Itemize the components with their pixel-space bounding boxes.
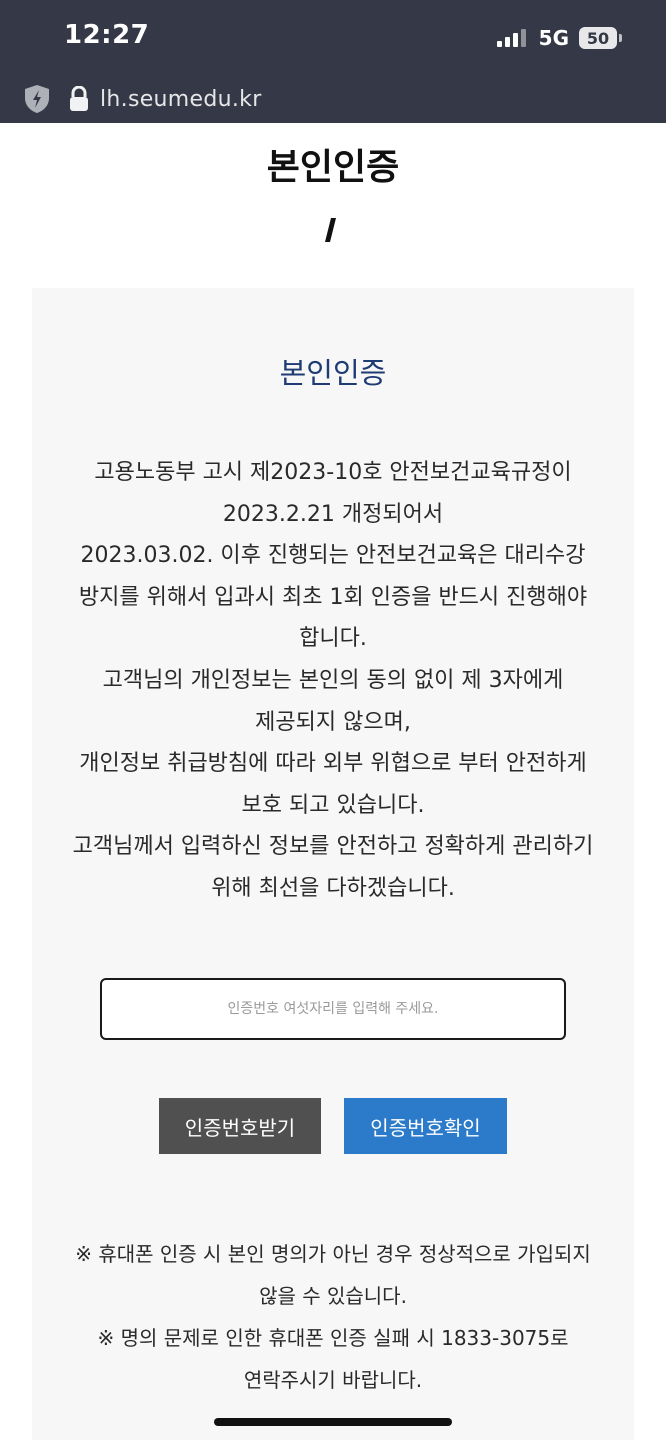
footnote-line: 않을 수 있습니다. — [259, 1284, 407, 1308]
notice-line: 2023.03.02. 이후 진행되는 안전보건교육은 대리수강 — [80, 543, 586, 569]
notice-line: 고용노동부 고시 제2023-10호 안전보건교육규정이 — [94, 460, 572, 485]
verification-code-input[interactable] — [100, 978, 566, 1040]
status-time: 12:27 — [64, 20, 150, 50]
notice-line: 고객님의 개인정보는 본인의 동의 없이 제 3자에게 — [102, 667, 564, 693]
request-code-button[interactable]: 인증번호받기 — [159, 1098, 321, 1154]
notice-line: 위해 최선을 다하겠습니다. — [211, 875, 455, 901]
shield-icon[interactable] — [24, 84, 50, 114]
system-icons: 5G 50 — [496, 26, 622, 50]
confirm-code-button[interactable]: 인증번호확인 — [344, 1098, 507, 1154]
address-bar[interactable]: lh.seumedu.kr — [24, 84, 262, 114]
verification-footnote: ※ 휴대폰 인증 시 본인 명의가 아닌 경우 정상적으로 가입되지 않을 수 … — [40, 1233, 626, 1401]
notice-line: 2023.2.21 개정되어서 — [222, 501, 444, 527]
notice-line: 제공되지 않으며, — [255, 709, 411, 735]
notice-line: 개인정보 취급방침에 따라 외부 위협으로 부터 안전하게 — [79, 751, 587, 777]
lock-icon — [70, 86, 88, 111]
home-indicator[interactable] — [214, 1418, 452, 1426]
battery-level: 50 — [579, 27, 617, 49]
verification-notice: 고용노동부 고시 제2023-10호 안전보건교육규정이 2023.2.21 개… — [50, 452, 616, 910]
heading-divider-mark — [325, 218, 336, 242]
footnote-line: 연락주시기 바랍니다. — [243, 1368, 423, 1392]
page-heading: 본인인증 — [266, 147, 400, 188]
notice-line: 방지를 위해서 입과시 최초 1회 인증을 반드시 진행해야 — [78, 584, 588, 610]
network-type-label: 5G — [538, 26, 569, 50]
notice-line: 합니다. — [299, 626, 367, 652]
battery-icon: 50 — [579, 27, 622, 49]
footnote-line: ※ 명의 문제로 인한 휴대폰 인증 실패 시 1833-3075로 — [97, 1326, 569, 1350]
status-bar: 12:27 5G 50 lh.seumedu.kr — [0, 0, 666, 123]
notice-line: 고객님께서 입력하신 정보를 안전하고 정확하게 관리하기 — [72, 834, 594, 860]
card-title: 본인인증 — [279, 356, 387, 390]
notice-line: 보호 되고 있습니다. — [241, 792, 425, 818]
url-text[interactable]: lh.seumedu.kr — [100, 87, 262, 112]
footnote-line: ※ 휴대폰 인증 시 본인 명의가 아닌 경우 정상적으로 가입되지 — [75, 1242, 591, 1266]
cellular-signal-icon — [496, 29, 529, 47]
